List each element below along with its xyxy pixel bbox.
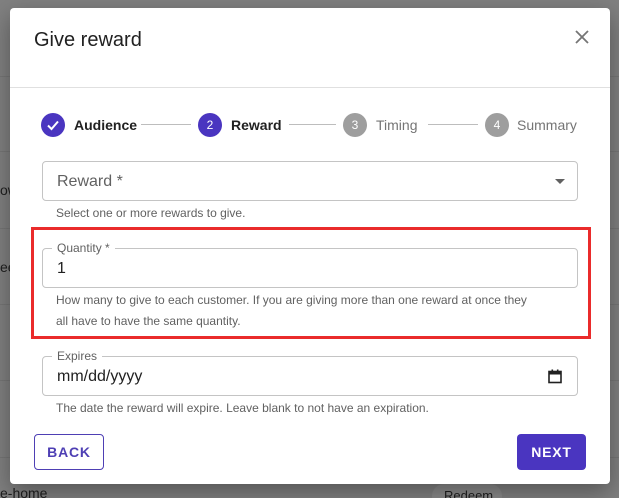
step-4-number: 4 bbox=[485, 113, 509, 137]
step-label-reward: Reward bbox=[231, 117, 282, 133]
step-label-timing: Timing bbox=[376, 117, 418, 133]
quantity-input[interactable]: 1 bbox=[57, 260, 66, 278]
give-reward-dialog: Give reward Audience 2 Reward 3 Timing 4… bbox=[10, 8, 610, 484]
background-redeem-chip: Redeem bbox=[432, 484, 502, 498]
expires-date-field[interactable]: Expires mm/dd/yyyy bbox=[42, 349, 578, 396]
step-1-completed-icon bbox=[41, 113, 65, 137]
step-label-summary: Summary bbox=[517, 117, 577, 133]
close-button[interactable] bbox=[570, 25, 594, 49]
step-label-audience: Audience bbox=[74, 117, 138, 133]
calendar-icon[interactable] bbox=[548, 369, 562, 384]
expires-label: Expires bbox=[52, 349, 103, 363]
step-connector bbox=[289, 124, 336, 125]
quantity-field[interactable]: Quantity * 1 bbox=[42, 241, 578, 288]
quantity-helper-text: How many to give to each customer. If yo… bbox=[56, 293, 527, 307]
background-row-text: e-home bbox=[0, 485, 48, 498]
step-connector bbox=[141, 124, 191, 125]
step-2-number: 2 bbox=[198, 113, 222, 137]
dropdown-arrow-icon bbox=[555, 179, 565, 184]
expires-input[interactable]: mm/dd/yyyy bbox=[57, 368, 142, 386]
quantity-label: Quantity * bbox=[52, 241, 115, 255]
expires-helper-text: The date the reward will expire. Leave b… bbox=[56, 401, 429, 415]
check-icon bbox=[47, 120, 59, 131]
reward-select[interactable]: Reward * bbox=[42, 161, 578, 201]
close-icon bbox=[575, 30, 589, 44]
quantity-helper-text: all have to have the same quantity. bbox=[56, 314, 241, 328]
next-button[interactable]: NEXT bbox=[517, 434, 586, 470]
reward-select-label: Reward * bbox=[57, 173, 123, 190]
step-3-number: 3 bbox=[343, 113, 367, 137]
dialog-title: Give reward bbox=[34, 29, 142, 51]
reward-helper-text: Select one or more rewards to give. bbox=[56, 206, 246, 220]
step-connector bbox=[428, 124, 478, 125]
back-button[interactable]: BACK bbox=[34, 434, 104, 470]
header-divider bbox=[10, 87, 610, 88]
